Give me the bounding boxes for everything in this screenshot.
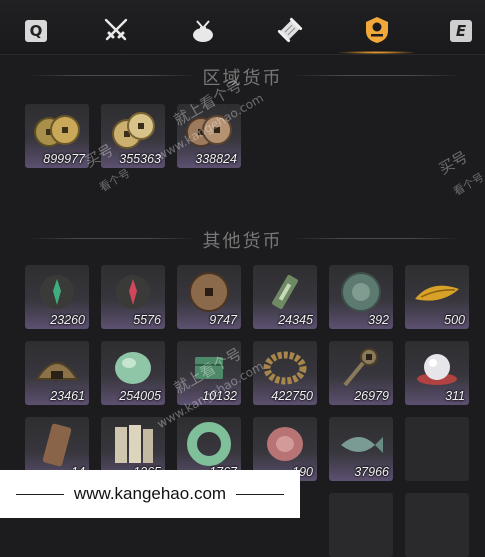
item-quantity: 37966 (354, 465, 389, 479)
empty-slot (405, 493, 469, 557)
banner-line (15, 493, 64, 495)
scroll-icon (277, 17, 303, 43)
currency-slot[interactable]: 392 (329, 265, 393, 329)
item-quantity: 311 (445, 389, 465, 403)
tab-weapons[interactable] (96, 12, 136, 48)
item-quantity: 10132 (202, 389, 237, 403)
item-quantity: 5576 (133, 313, 161, 327)
item-quantity: 23260 (50, 313, 85, 327)
currency-slot[interactable]: 9747 (177, 265, 241, 329)
item-quantity: 392 (368, 313, 389, 327)
green-talisman-icon (40, 275, 74, 309)
paper-slips-icon (115, 425, 153, 463)
currency-slot[interactable]: 23461 (25, 341, 89, 405)
item-quantity: 23461 (50, 389, 85, 403)
item-quantity: 254005 (119, 389, 161, 403)
watermark-text: 买号 (435, 147, 471, 179)
item-quantity: 500 (444, 313, 465, 327)
pearl-icon (417, 354, 457, 385)
tab-scrolls[interactable] (270, 12, 310, 48)
currency-slot[interactable]: 422750 (253, 341, 317, 405)
currency-slot[interactable]: 338824 (177, 104, 241, 168)
watermark-text: 看个号 (451, 170, 485, 199)
currency-slot[interactable]: 26979 (329, 341, 393, 405)
banner-line (236, 493, 285, 495)
currency-slot[interactable]: 5576 (101, 265, 165, 329)
currency-slot[interactable]: 23260 (25, 265, 89, 329)
item-quantity: 9747 (209, 313, 237, 327)
section-title-regional: 区域货币 (202, 68, 283, 89)
square-hole-coin-icon (189, 272, 229, 312)
bronze-dome-icon (35, 362, 79, 380)
rose-stone-icon (267, 427, 303, 461)
tab-currency[interactable] (339, 12, 415, 54)
item-quantity: 338824 (195, 152, 237, 166)
section-title-other: 其他货币 (202, 231, 283, 252)
green-box-icon (195, 357, 223, 379)
currency-slot[interactable]: 311 (405, 341, 469, 405)
jade-fish-icon (341, 437, 383, 453)
e-key-hint[interactable]: E (450, 20, 472, 42)
key-coin-icon (343, 348, 378, 387)
currency-slot[interactable]: 24345 (253, 265, 317, 329)
item-quantity: 24345 (278, 313, 313, 327)
copper-coins-bronze-icon (186, 115, 232, 147)
bundle-icon (193, 20, 213, 42)
copper-coins-gold-icon (34, 115, 80, 147)
item-quantity: 899977 (43, 152, 85, 166)
watermark-text: 看个号 (97, 166, 133, 195)
q-key-hint[interactable]: Q (25, 20, 47, 42)
currency-slot[interactable]: 500 (405, 265, 469, 329)
red-talisman-icon (116, 275, 150, 309)
currency-slot[interactable]: 355363 (101, 104, 165, 168)
section-divider-right (292, 238, 462, 239)
item-quantity: 422750 (271, 389, 313, 403)
top-tab-bar: Q E (0, 0, 485, 55)
jade-medallion-icon (341, 272, 381, 312)
bronze-tag-icon (42, 423, 72, 467)
currency-slot[interactable]: 254005 (101, 341, 165, 405)
jade-ring-icon (187, 422, 231, 466)
coin-stack-icon (366, 17, 388, 43)
copper-coins-mixed-icon (112, 112, 155, 149)
watermark-banner: www.kangehao.com (0, 470, 300, 518)
bead-ring-icon (263, 351, 307, 385)
empty-slot (405, 417, 469, 481)
jade-stone-icon (115, 352, 151, 384)
currency-slot[interactable]: 37966 (329, 417, 393, 481)
currency-slot[interactable]: 899977 (25, 104, 89, 168)
item-quantity: 355363 (119, 152, 161, 166)
jade-token-icon (272, 275, 298, 309)
gold-feather-icon (415, 285, 459, 301)
section-divider-right (292, 75, 462, 76)
item-quantity: 26979 (354, 389, 389, 403)
crossed-swords-icon (104, 18, 128, 41)
tab-items[interactable] (183, 12, 223, 48)
banner-text: www.kangehao.com (73, 484, 227, 503)
empty-slot (329, 493, 393, 557)
currency-slot[interactable]: 10132 (177, 341, 241, 405)
